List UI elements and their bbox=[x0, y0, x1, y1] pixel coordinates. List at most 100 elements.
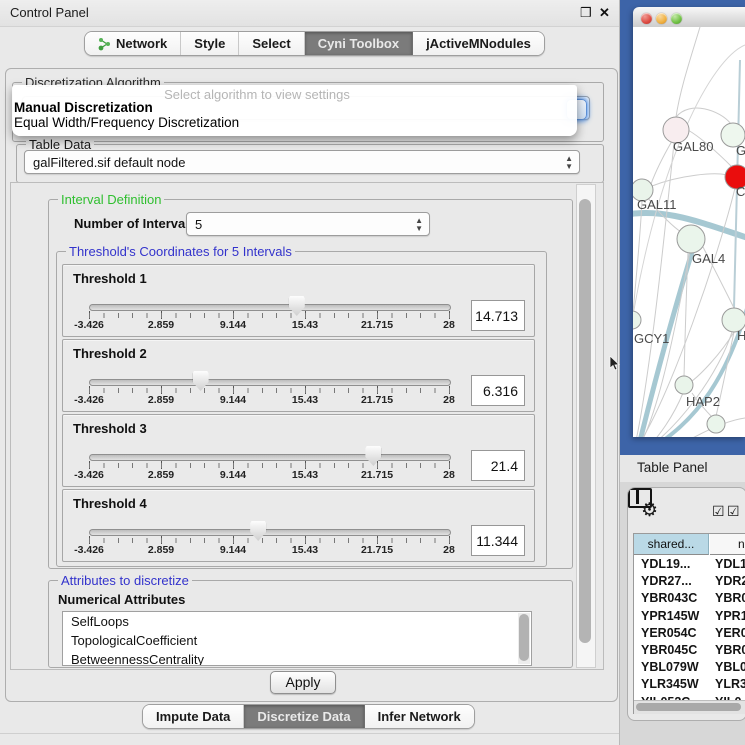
table-row[interactable]: YPR145WYPR1 bbox=[634, 608, 745, 625]
slider-minor-ticks bbox=[89, 313, 450, 318]
threshold-value-box[interactable]: 21.4 bbox=[471, 450, 525, 481]
threshold-title: Threshold 1 bbox=[73, 271, 147, 286]
threshold-title: Threshold 3 bbox=[73, 421, 147, 436]
slider-track[interactable] bbox=[89, 379, 451, 386]
threshold-panel: Threshold 4 -3.4262.8599.14415.4321.7152… bbox=[62, 489, 535, 562]
numerical-attributes-list[interactable]: SelfLoopsTopologicalCoefficientBetweenne… bbox=[62, 611, 532, 666]
attributes-group-label: Attributes to discretize bbox=[58, 573, 192, 588]
tab-label: Infer Network bbox=[378, 709, 461, 724]
threshold-panel: Threshold 1 -3.4262.8599.14415.4321.7152… bbox=[62, 264, 535, 337]
node-table[interactable]: shared... n YDL19...YDL1YDR27...YDR2YBR0… bbox=[633, 533, 745, 714]
table-data-combobox[interactable]: galFiltered.sif default node ▲▼ bbox=[24, 150, 580, 174]
checkbox-checked-icon[interactable]: ☑ bbox=[727, 503, 740, 520]
table-row[interactable]: YDL19...YDL1 bbox=[634, 556, 745, 573]
apply-button[interactable]: Apply bbox=[270, 671, 336, 694]
svg-text:HAP2: HAP2 bbox=[686, 394, 720, 409]
tab-label: Impute Data bbox=[156, 709, 230, 724]
network-canvas[interactable]: GAL80 GA C GAL11 GAL4 GCY1 H HAP2 bbox=[633, 27, 745, 437]
table-row[interactable]: YBR043CYBR0 bbox=[634, 590, 745, 607]
table-panel: ⚙ ☑ ☑ shared... n YDL19...YDL1YDR27...YD… bbox=[627, 487, 745, 721]
bottom-tab-bar: Impute Data Discretize Data Infer Networ… bbox=[142, 704, 475, 729]
tab-label: Network bbox=[116, 36, 167, 51]
network-graph: GAL80 GA C GAL11 GAL4 GCY1 H HAP2 bbox=[633, 27, 745, 437]
vertical-scrollbar[interactable] bbox=[576, 184, 596, 668]
number-of-intervals-value: 5 bbox=[195, 217, 202, 232]
tab-label: Cyni Toolbox bbox=[318, 36, 399, 51]
mouse-cursor bbox=[609, 356, 621, 372]
minimize-traffic-button[interactable] bbox=[656, 13, 667, 24]
tab-label: Select bbox=[252, 36, 290, 51]
horizontal-scrollbar[interactable] bbox=[634, 700, 745, 714]
interval-definition-label: Interval Definition bbox=[58, 192, 164, 207]
network-window: GAL80 GA C GAL11 GAL4 GCY1 H HAP2 bbox=[633, 7, 745, 437]
thresholds-list: Threshold 1 -3.4262.8599.14415.4321.7152… bbox=[62, 264, 533, 564]
column-header-shared-name[interactable]: shared... bbox=[634, 534, 709, 555]
slider-track[interactable] bbox=[89, 304, 451, 311]
tab-cyni-toolbox[interactable]: Cyni Toolbox bbox=[305, 32, 413, 55]
combo-arrows-icon[interactable]: ▲▼ bbox=[565, 155, 573, 171]
tab-label: jActiveMNodules bbox=[426, 36, 531, 51]
svg-text:GAL4: GAL4 bbox=[692, 251, 725, 266]
tab-style[interactable]: Style bbox=[181, 32, 239, 55]
attribute-list-item[interactable]: SelfLoops bbox=[63, 612, 531, 631]
attribute-list-item[interactable]: TopologicalCoefficient bbox=[63, 631, 531, 650]
zoom-traffic-button[interactable] bbox=[671, 13, 682, 24]
table-row[interactable]: YLR345WYLR3 bbox=[634, 676, 745, 693]
tab-discretize-data[interactable]: Discretize Data bbox=[244, 705, 364, 728]
algorithm-dropdown-popup: Select algorithm to view settings Manual… bbox=[12, 85, 577, 136]
threshold-value-box[interactable]: 11.344 bbox=[471, 525, 525, 556]
svg-text:GA: GA bbox=[736, 143, 745, 158]
slider-minor-ticks bbox=[89, 463, 450, 468]
threshold-value-box[interactable]: 6.316 bbox=[471, 375, 525, 406]
tab-select[interactable]: Select bbox=[239, 32, 304, 55]
control-panel-titlebar: Control Panel ❒ ✕ bbox=[0, 0, 619, 27]
top-tab-bar: Network Style Select Cyni Toolbox jActiv… bbox=[84, 31, 545, 56]
scrollbar-thumb[interactable] bbox=[579, 199, 591, 643]
scrollbar-thumb[interactable] bbox=[519, 614, 529, 661]
screen: Control Panel ❒ ✕ Network Style Select C… bbox=[0, 0, 745, 745]
table-panel-title: Table Panel bbox=[637, 460, 708, 475]
float-window-icon[interactable]: ❒ bbox=[580, 5, 592, 21]
table-rows: YDL19...YDL1YDR27...YDR2YBR043CYBR0YPR14… bbox=[634, 556, 745, 700]
combo-arrows-icon[interactable]: ▲▼ bbox=[415, 217, 423, 233]
tab-jactivemnodules[interactable]: jActiveMNodules bbox=[413, 32, 544, 55]
svg-text:GCY1: GCY1 bbox=[634, 331, 669, 346]
table-row[interactable]: YDR27...YDR2 bbox=[634, 573, 745, 590]
list-scrollbar[interactable] bbox=[518, 613, 530, 664]
network-icon bbox=[98, 37, 111, 51]
slider-minor-ticks bbox=[89, 538, 450, 543]
gear-icon[interactable]: ⚙ bbox=[641, 499, 658, 522]
threshold-title: Threshold 4 bbox=[73, 496, 147, 511]
tab-label: Style bbox=[194, 36, 225, 51]
table-row[interactable]: YER054CYER0 bbox=[634, 625, 745, 642]
threshold-value-box[interactable]: 14.713 bbox=[471, 300, 525, 331]
svg-text:GAL80: GAL80 bbox=[673, 139, 713, 154]
slider-track[interactable] bbox=[89, 529, 451, 536]
tab-impute-data[interactable]: Impute Data bbox=[143, 705, 244, 728]
dropdown-option-equal-width-frequency[interactable]: Equal Width/Frequency Discretization bbox=[14, 115, 239, 130]
table-row[interactable]: YBR045CYBR0 bbox=[634, 642, 745, 659]
slider-track[interactable] bbox=[89, 454, 451, 461]
close-traffic-button[interactable] bbox=[641, 13, 652, 24]
panel-title: Control Panel bbox=[10, 5, 89, 20]
dropdown-option-manual-discretization[interactable]: Manual Discretization bbox=[14, 100, 153, 115]
tab-network[interactable]: Network bbox=[85, 32, 181, 55]
checkbox-checked-icon[interactable]: ☑ bbox=[712, 503, 725, 520]
svg-text:H: H bbox=[737, 328, 745, 343]
close-icon[interactable]: ✕ bbox=[599, 5, 610, 21]
threshold-panel: Threshold 3 -3.4262.8599.14415.4321.7152… bbox=[62, 414, 535, 487]
thresholds-group-label: Threshold's Coordinates for 5 Intervals bbox=[66, 244, 295, 259]
attribute-list-item[interactable]: BetweennessCentrality bbox=[63, 650, 531, 666]
threshold-panel: Threshold 2 -3.4262.8599.14415.4321.7152… bbox=[62, 339, 535, 412]
svg-text:C: C bbox=[736, 184, 745, 199]
numerical-attributes-label: Numerical Attributes bbox=[58, 592, 185, 607]
column-header-name[interactable]: n bbox=[710, 534, 745, 555]
scrollbar-thumb[interactable] bbox=[636, 703, 741, 711]
network-window-titlebar bbox=[633, 7, 745, 28]
tab-label: Discretize Data bbox=[257, 709, 350, 724]
number-of-intervals-combobox[interactable]: 5 ▲▼ bbox=[186, 212, 430, 236]
svg-text:GAL11: GAL11 bbox=[637, 197, 677, 212]
tab-infer-network[interactable]: Infer Network bbox=[365, 705, 474, 728]
table-data-value: galFiltered.sif default node bbox=[33, 155, 185, 170]
table-row[interactable]: YBL079WYBL0 bbox=[634, 659, 745, 676]
